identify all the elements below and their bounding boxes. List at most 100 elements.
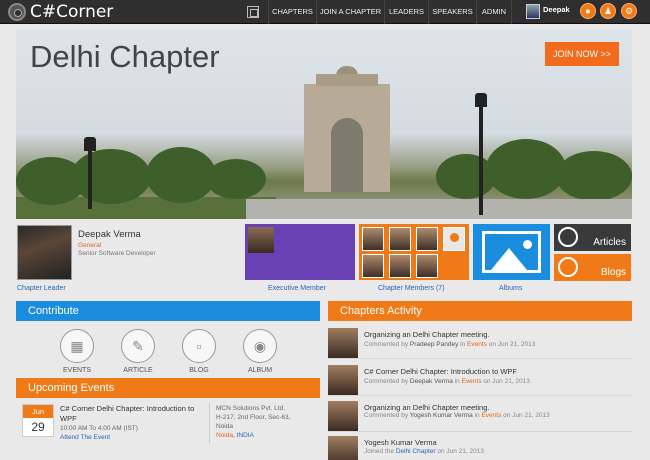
- article-icon: ✎: [121, 329, 155, 363]
- event-title-link[interactable]: C# Corner Delhi Chapter: Introduction to…: [60, 404, 200, 423]
- executive-member-tile[interactable]: [245, 224, 355, 280]
- default-avatar-icon: [443, 227, 465, 251]
- profile-icon[interactable]: ●: [580, 3, 596, 19]
- hero-tree: [486, 139, 566, 199]
- contribute-events-button[interactable]: ▦ EVENTS: [57, 329, 97, 377]
- user-avatar[interactable]: [526, 4, 540, 19]
- contribute-album-button[interactable]: ◉ ALBUM: [240, 329, 280, 377]
- activity-user-photo[interactable]: [328, 436, 358, 460]
- activity-user-link[interactable]: Yogesh Kumar Verma: [410, 412, 473, 419]
- contribute-blog-label: BLOG: [189, 367, 209, 374]
- friends-icon[interactable]: ♟: [600, 3, 616, 19]
- nav-speakers[interactable]: SPEAKERS: [428, 0, 476, 24]
- hero-road: [246, 199, 632, 219]
- join-now-button[interactable]: JOIN NOW >>: [545, 42, 619, 66]
- settings-icon[interactable]: ⚙: [621, 3, 637, 19]
- picture-icon: [482, 231, 541, 273]
- leader-name[interactable]: Deepak Verma: [78, 229, 141, 240]
- chapter-leader-link[interactable]: Chapter Leader: [17, 285, 66, 292]
- activity-title-link[interactable]: Organizing an Delhi Chapter meeting.: [364, 330, 624, 340]
- activity-verb: Joined the: [364, 448, 394, 455]
- executive-member-link[interactable]: Executive Member: [268, 285, 326, 292]
- member-photo: [416, 254, 438, 278]
- contribute-heading: Contribute: [16, 301, 320, 321]
- event-day: 29: [31, 420, 45, 434]
- blogs-tile[interactable]: Blogs: [554, 254, 631, 281]
- page-title: Delhi Chapter: [30, 39, 220, 74]
- activity-item: Organizing an Delhi Chapter meeting. Com…: [328, 326, 632, 359]
- hero-tree: [556, 151, 632, 201]
- activity-meta: Commented by Yogesh Kumar Verma in Event…: [364, 412, 550, 419]
- event-country-link[interactable]: INDIA: [237, 432, 254, 439]
- top-navigation-bar: C#Corner CHAPTERS JOIN A CHAPTER LEADERS…: [0, 0, 650, 24]
- attend-event-link[interactable]: Attend The Event: [60, 434, 110, 441]
- speech-bubble-icon: ▫: [182, 329, 216, 363]
- event-city-link[interactable]: Noida: [216, 432, 233, 439]
- activity-user-photo[interactable]: [328, 328, 358, 358]
- site-logo[interactable]: C#Corner: [8, 2, 114, 22]
- event-month: Jun: [23, 405, 53, 418]
- activity-verb: Commented by: [364, 412, 409, 419]
- street-lamp: [84, 137, 96, 209]
- venue-line: Noida: [216, 423, 233, 430]
- activity-user-link[interactable]: Deepak Verma: [410, 378, 453, 385]
- chapter-members-tile[interactable]: [359, 224, 469, 280]
- nav-admin[interactable]: ADMIN: [476, 0, 512, 24]
- articles-tile[interactable]: Articles: [554, 224, 631, 251]
- member-photo: [389, 254, 411, 278]
- activity-meta: Commented by Deepak Verma in Events on J…: [364, 378, 530, 385]
- chapter-hero-banner: Delhi Chapter JOIN NOW >>: [16, 29, 632, 219]
- activity-user-photo[interactable]: [328, 365, 358, 395]
- chapter-leader-photo[interactable]: [17, 225, 72, 280]
- event-time: 10:00 AM To 4:00 AM (IST): [60, 425, 138, 432]
- nav-chapters[interactable]: CHAPTERS: [268, 0, 316, 24]
- activity-title-link[interactable]: C# Corner Delhi Chapter: Introduction to…: [364, 367, 624, 377]
- nav-join-a-chapter[interactable]: JOIN A CHAPTER: [316, 0, 384, 24]
- albums-tile[interactable]: [473, 224, 550, 280]
- activity-in-text: in: [460, 341, 466, 348]
- street-lamp: [475, 93, 487, 215]
- activity-date: on Jun 21, 2013: [503, 412, 550, 419]
- contribute-article-button[interactable]: ✎ ARTICLE: [118, 329, 158, 377]
- contribute-events-label: EVENTS: [62, 367, 91, 374]
- activity-verb: Commented by: [364, 378, 409, 385]
- member-photo: [362, 227, 384, 251]
- activity-date: on Jun 21, 2013: [437, 448, 484, 455]
- leader-job-title: Senior Software Developer: [78, 250, 156, 257]
- activity-title-link[interactable]: Yogesh Kumar Verma: [364, 438, 624, 448]
- albums-link[interactable]: Albums: [499, 285, 522, 292]
- contribute-blog-button[interactable]: ▫ BLOG: [179, 329, 219, 377]
- activity-item: Organizing an Delhi Chapter meeting. Com…: [328, 399, 632, 432]
- activity-user-photo[interactable]: [328, 401, 358, 431]
- activity-verb: Commented by: [364, 341, 409, 348]
- activity-meta: Commented by Pradeep Pandey in Events on…: [364, 341, 535, 348]
- contribute-article-label: ARTICLE: [123, 367, 153, 374]
- user-name[interactable]: Deepak: [543, 5, 570, 14]
- articles-label: Articles: [593, 237, 626, 248]
- divider: [209, 403, 210, 443]
- logo-icon: [8, 3, 26, 21]
- upcoming-events-heading: Upcoming Events: [16, 378, 320, 398]
- activity-section-link[interactable]: Events: [481, 412, 501, 419]
- article-icon: [558, 227, 578, 247]
- chapters-activity-heading: Chapters Activity: [328, 301, 632, 321]
- india-gate-image: [304, 66, 390, 192]
- activity-section-link[interactable]: Events: [467, 341, 487, 348]
- activity-date: on Jun 21, 2013: [488, 341, 536, 348]
- logo-text: C#Corner: [30, 2, 114, 22]
- activity-section-link[interactable]: Delhi Chapter: [396, 448, 436, 455]
- activity-in-text: in: [454, 378, 460, 385]
- activity-meta: Joined the Delhi Chapter on Jun 21, 2013: [364, 448, 484, 455]
- hero-tree: [71, 149, 151, 204]
- activity-section-link[interactable]: Events: [462, 378, 482, 385]
- hero-tree: [206, 159, 266, 199]
- apps-grid-icon[interactable]: [247, 6, 259, 18]
- member-photo: [416, 227, 438, 251]
- activity-in-text: in: [474, 412, 480, 419]
- nav-leaders[interactable]: LEADERS: [384, 0, 428, 24]
- calendar-icon: ▦: [60, 329, 94, 363]
- chapter-members-link[interactable]: Chapter Members (7): [378, 285, 445, 292]
- event-date-badge: Jun 29: [22, 404, 54, 437]
- activity-item: Yogesh Kumar Verma Joined the Delhi Chap…: [328, 434, 632, 460]
- activity-user-link[interactable]: Pradeep Pandey: [410, 341, 458, 348]
